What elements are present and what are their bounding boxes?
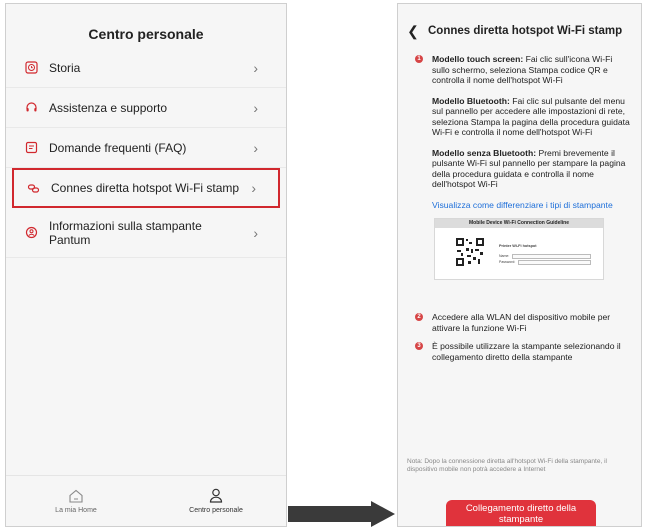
bold-label: Modello touch screen:: [432, 54, 524, 64]
step-3: 3 È possibile utilizzare la stampante se…: [398, 341, 641, 362]
direct-connection-button[interactable]: Collegamento diretto della stampante: [446, 500, 596, 526]
user-icon: [209, 488, 223, 503]
bold-label: Modello senza Bluetooth:: [432, 147, 537, 158]
step-text: Accedere alla WLAN del dispositivo mobil…: [432, 312, 611, 333]
note-text: Nota: Dopo la connessione diretta all'ho…: [407, 458, 607, 473]
chevron-right-icon: ›: [253, 99, 258, 116]
faq-icon: [24, 141, 38, 155]
guideline-title: Mobile Device Wi-Fi Connection Guideline: [435, 219, 603, 228]
header: ❮ Connes diretta hotspot Wi-Fi stamp: [398, 22, 641, 40]
hotspot-info-form: Printer Wi-Fi hotspot Name: Password:: [499, 241, 591, 265]
menu-item-label: Informazioni sulla stampante Pantum: [49, 219, 202, 247]
tab-personal-center[interactable]: Centro personale: [146, 476, 286, 526]
tab-home[interactable]: La mia Home: [6, 476, 146, 526]
form-title: Printer Wi-Fi hotspot: [499, 244, 537, 248]
menu-item-printer-info[interactable]: Informazioni sulla stampante Pantum ›: [6, 208, 286, 258]
step-2: 2 Accedere alla WLAN del dispositivo mob…: [398, 312, 641, 333]
chevron-right-icon: ›: [253, 59, 258, 76]
menu-item-label: Domande frequenti (FAQ): [49, 140, 187, 155]
chevron-right-icon: ›: [253, 139, 258, 156]
clock-icon: [24, 61, 38, 75]
menu-item-support[interactable]: Assistenza e supporto ›: [6, 88, 286, 128]
no-bluetooth-paragraph: Modello senza Bluetooth: Premi brevement…: [432, 148, 631, 190]
guideline-image: Mobile Device Wi-Fi Connection Guideline…: [434, 218, 604, 280]
wifi-hotspot-screen: ❮ Connes diretta hotspot Wi-Fi stamp 1 M…: [397, 3, 642, 527]
label-line-2: Pantum: [49, 232, 91, 247]
name-field: [512, 254, 591, 259]
info-icon: [24, 226, 38, 240]
bottom-nav: La mia Home Centro personale: [6, 475, 286, 526]
step-1: 1 Modello touch screen: Fai clic sull'ic…: [398, 54, 641, 280]
step-number: 3: [415, 342, 423, 350]
step-text: È possibile utilizzare la stampante sele…: [432, 341, 621, 362]
menu-item-label: Storia: [49, 60, 81, 75]
touch-screen-paragraph: Modello touch screen: Fai clic sull'icon…: [432, 54, 631, 86]
personal-center-screen: Centro personale Storia › Assistenza e s…: [5, 3, 287, 527]
menu-item-label: Connes diretta hotspot Wi-Fi stamp: [51, 181, 240, 195]
home-icon: [69, 489, 83, 503]
menu-item-faq[interactable]: Domande frequenti (FAQ) ›: [6, 128, 286, 168]
step-number: 2: [415, 313, 423, 321]
page-title: Centro personale: [88, 26, 204, 42]
steps: 1 Modello touch screen: Fai clic sull'ic…: [398, 54, 641, 372]
qr-code-icon: [455, 237, 485, 267]
menu-list: Storia › Assistenza e supporto › Domande…: [6, 48, 286, 258]
menu-item-wifi-hotspot[interactable]: Connes diretta hotspot Wi-Fi stamp ›: [12, 168, 280, 208]
tab-personal-center-label: Centro personale: [189, 507, 243, 514]
password-label: Password:: [499, 260, 516, 265]
step-number: 1: [415, 55, 423, 63]
arrow-right-icon: [288, 501, 395, 527]
back-arrow-icon[interactable]: ❮: [398, 23, 428, 40]
password-row: Password:: [499, 260, 591, 266]
link-icon: [26, 181, 40, 195]
password-field: [518, 260, 591, 265]
bluetooth-paragraph: Modello Bluetooth: Fai clic sul pulsante…: [432, 96, 631, 138]
chevron-right-icon: ›: [251, 180, 256, 196]
page-title: Connes diretta hotspot Wi-Fi stamp: [428, 25, 623, 37]
bold-label: Modello Bluetooth:: [432, 95, 510, 106]
button-label-line-2: stampante: [498, 514, 544, 525]
menu-item-label: Assistenza e supporto: [49, 100, 168, 115]
tab-home-label: La mia Home: [55, 506, 97, 514]
button-label-line-1: Collegamento diretto della: [465, 503, 577, 514]
label-line-1: Informazioni sulla stampante: [49, 218, 202, 233]
headset-icon: [24, 101, 38, 115]
menu-item-history[interactable]: Storia ›: [6, 48, 286, 88]
printer-type-link[interactable]: Visualizza come differenziare i tipi di …: [432, 200, 631, 211]
chevron-right-icon: ›: [253, 224, 258, 241]
